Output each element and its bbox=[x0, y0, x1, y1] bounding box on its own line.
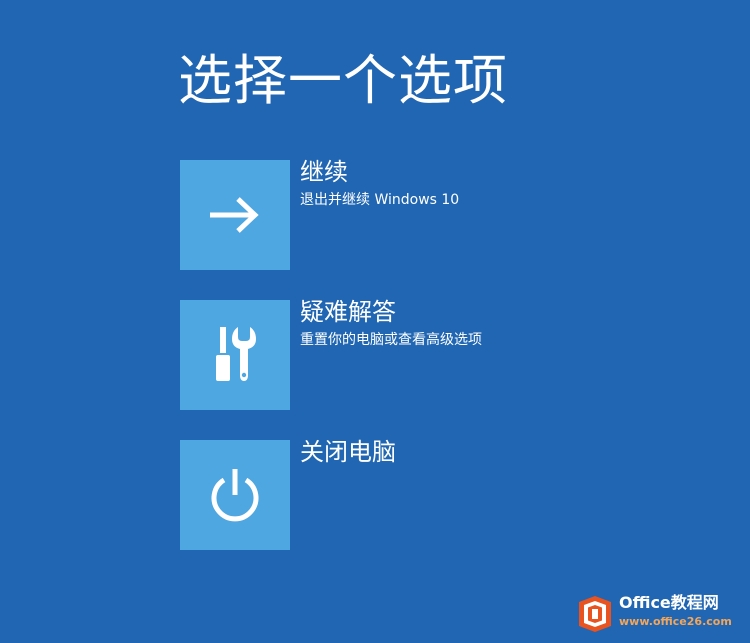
option-troubleshoot-description: 重置你的电脑或查看高级选项 bbox=[300, 332, 482, 348]
watermark: Office教程网 www.office26.com bbox=[577, 593, 742, 635]
power-icon bbox=[211, 469, 259, 522]
watermark-url: www.office26.com bbox=[619, 615, 732, 628]
office-logo-icon bbox=[579, 596, 611, 632]
option-troubleshoot-tile[interactable] bbox=[180, 300, 290, 410]
option-shutdown-tile[interactable] bbox=[180, 440, 290, 550]
option-troubleshoot-title: 疑难解答 bbox=[300, 298, 396, 326]
arrow-right-icon bbox=[210, 197, 259, 233]
tools-icon bbox=[216, 327, 256, 381]
option-continue[interactable]: 继续 退出并继续 Windows 10 bbox=[180, 158, 540, 270]
page-title: 选择一个选项 bbox=[178, 49, 508, 112]
option-continue-title: 继续 bbox=[300, 158, 348, 186]
watermark-name: Office教程网 bbox=[619, 593, 719, 612]
option-troubleshoot[interactable]: 疑难解答 重置你的电脑或查看高级选项 bbox=[180, 298, 540, 410]
option-continue-tile[interactable] bbox=[180, 160, 290, 270]
option-shutdown-title: 关闭电脑 bbox=[300, 438, 396, 466]
option-continue-description: 退出并继续 Windows 10 bbox=[300, 192, 460, 208]
option-shutdown[interactable]: 关闭电脑 bbox=[180, 438, 540, 550]
